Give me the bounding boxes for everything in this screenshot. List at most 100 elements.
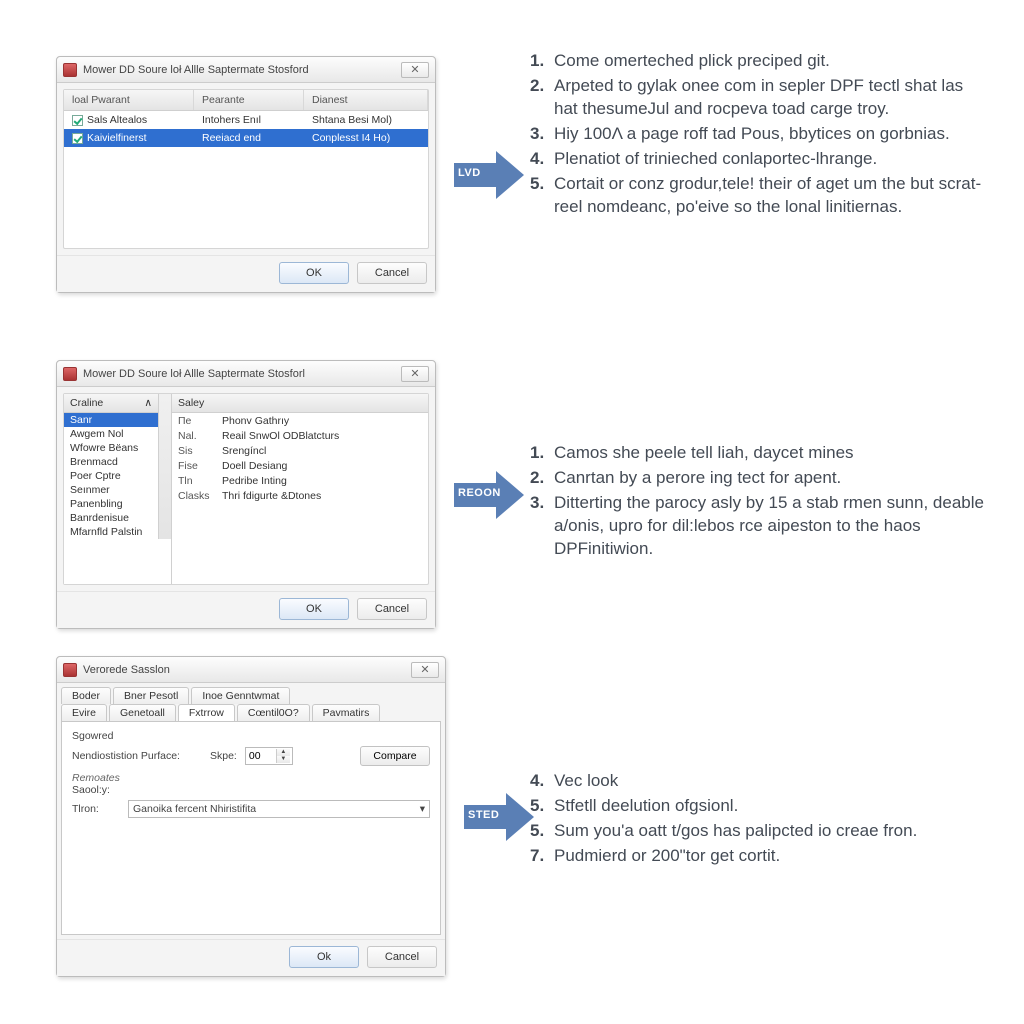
list-item[interactable]: Banrdenisue (64, 511, 158, 525)
detail-row[interactable]: SisSrengíncl (172, 443, 428, 458)
step-text: Stfetll deelution ofgsionl. (554, 795, 990, 818)
instruction-list-1: 1.Come omerteched plick preciped git. 2.… (530, 48, 990, 221)
tab[interactable]: Genetoall (109, 704, 176, 721)
dialog-footer: OK Cancel (57, 591, 435, 628)
group-label: Sgowred (72, 730, 430, 742)
list-item[interactable]: Brenmacd (64, 455, 158, 469)
checkbox-icon[interactable] (72, 133, 83, 144)
skip-input[interactable] (246, 750, 276, 762)
titlebar[interactable]: Mower DD Soure loł Allle Saptermate Stos… (57, 361, 435, 387)
step-text: Canrtan by a perore ing tect for apent. (554, 467, 990, 490)
compare-button[interactable]: Compare (360, 746, 430, 766)
step-number: 7. (530, 845, 554, 868)
close-icon[interactable]: ✕ (401, 62, 429, 78)
window-title: Verorede Sasslon (83, 664, 411, 676)
group-label: Remoates (72, 772, 430, 784)
list-item[interactable]: Seınmer (64, 483, 158, 497)
dialog-session: Verorede Sasslon ✕ Boder Bner Pesotl Ino… (56, 656, 446, 977)
table-row[interactable]: Sals Altealos Intohers Enıl Shtana Besi … (64, 111, 428, 129)
chevron-up-icon[interactable]: ▲ (277, 749, 290, 756)
tab-row-lower: Evire Genetoall Fxtrrow Cœntil0O? Pavmat… (57, 704, 445, 721)
app-icon (63, 63, 77, 77)
window-title: Mower DD Soure loł Allle Saptermate Stos… (83, 64, 401, 76)
list-item[interactable]: Awgem Nol (64, 427, 158, 441)
list-item[interactable]: Wfowre Bëans (64, 441, 158, 455)
dialog-footer: OK Cancel (57, 255, 435, 292)
tab-row-upper: Boder Bner Pesotl Inoe Genntwmat (57, 683, 445, 704)
step-number: 5. (530, 173, 554, 219)
tab-active[interactable]: Fxtrrow (178, 704, 235, 721)
cell: Intohers Enıl (194, 113, 304, 127)
list-item[interactable]: Mfarnfld Palstin (64, 525, 158, 539)
step-text: Cortait or conz grodur,tele! their of ag… (554, 173, 990, 219)
cell: Reeiacd end (194, 131, 304, 145)
tab[interactable]: Boder (61, 687, 111, 704)
cancel-button[interactable]: Cancel (367, 946, 437, 968)
grid-header: loal Pwarant Pearante Dianest (64, 90, 428, 111)
ok-button[interactable]: Ok (289, 946, 359, 968)
tab-page: Sgowred Nendiostistion Purface: Skpe: ▲▼… (61, 721, 441, 935)
step-number: 2. (530, 467, 554, 490)
close-icon[interactable]: ✕ (411, 662, 439, 678)
step-number: 4. (530, 148, 554, 171)
step-number: 5. (530, 795, 554, 818)
arrow-label: REOON (458, 487, 501, 499)
ok-button[interactable]: OK (279, 598, 349, 620)
step-text: Ditterting the parocy asly by 15 a stab … (554, 492, 990, 561)
tab[interactable]: Cœntil0O? (237, 704, 310, 721)
step-text: Come omerteched plick preciped git. (554, 50, 990, 73)
list-item[interactable]: Poer Cptre (64, 469, 158, 483)
detail-row[interactable]: Nal.Reail SnwOl ODBlatcturs (172, 428, 428, 443)
close-icon[interactable]: ✕ (401, 366, 429, 382)
field-sublabel: Skpe: (210, 750, 237, 762)
step-number: 2. (530, 75, 554, 121)
app-icon (63, 367, 77, 381)
titlebar[interactable]: Mower DD Soure loł Allle Saptermate Stos… (57, 57, 435, 83)
titlebar[interactable]: Verorede Sasslon ✕ (57, 657, 445, 683)
step-text: Sum you'a oatt t/gos has palipcted io cr… (554, 820, 990, 843)
tab[interactable]: Inoe Genntwmat (191, 687, 290, 704)
step-number: 3. (530, 492, 554, 561)
detail-row[interactable]: ПePhonv Gathrıy (172, 413, 428, 428)
detail-row[interactable]: ClasksThri fdigurte &Dtones (172, 488, 428, 503)
detail-header[interactable]: Saley (172, 394, 428, 413)
list-item-selected[interactable]: Sanr (64, 413, 158, 427)
detail-row[interactable]: TlnPedribe Inting (172, 473, 428, 488)
tab[interactable]: Evire (61, 704, 107, 721)
cancel-button[interactable]: Cancel (357, 262, 427, 284)
step-number: 3. (530, 123, 554, 146)
step-text: Pudmierd or 200"tor get cortit. (554, 845, 990, 868)
arrow-label: LVD (458, 167, 481, 179)
step-number: 5. (530, 820, 554, 843)
column-header[interactable]: Pearante (194, 90, 304, 110)
list-item[interactable]: Panenbling (64, 497, 158, 511)
step-text: Hiy 100Λ a page roff tad Pous, bbytices … (554, 123, 990, 146)
ok-button[interactable]: OK (279, 262, 349, 284)
chevron-down-icon[interactable]: ▼ (277, 756, 290, 763)
tlron-combobox[interactable]: Ganoika fercent Nhiristifita ▾ (128, 800, 430, 818)
group-label: Saool:y: (72, 784, 430, 796)
category-listbox[interactable]: Craline∧ Sanr Awgem Nol Wfowre Bëans Bre… (64, 394, 172, 584)
chevron-down-icon: ▾ (420, 803, 425, 815)
step-text: Plenatiot of trinieched conlaportec-lhra… (554, 148, 990, 171)
tab[interactable]: Pavmatirs (312, 704, 381, 721)
combo-value: Ganoika fercent Nhiristifita (133, 803, 256, 815)
step-number: 1. (530, 50, 554, 73)
tab[interactable]: Bner Pesotl (113, 687, 189, 704)
dialog-categories: Mower DD Soure loł Allle Saptermate Stos… (56, 360, 436, 629)
column-header[interactable]: loal Pwarant (64, 90, 194, 110)
list-header[interactable]: Craline (70, 397, 103, 409)
split-panel: Craline∧ Sanr Awgem Nol Wfowre Bëans Bre… (63, 393, 429, 585)
skip-stepper[interactable]: ▲▼ (245, 747, 293, 765)
window-title: Mower DD Soure loł Allle Saptermate Stos… (83, 368, 401, 380)
detail-row[interactable]: FiseDoell Desiang (172, 458, 428, 473)
field-label: Nendiostistion Purface: (72, 750, 202, 762)
table-row-selected[interactable]: Kaivielfinerst Reeiacd end Conplesst I4 … (64, 129, 428, 147)
scrollbar[interactable] (158, 394, 171, 539)
dialog-select-items: Mower DD Soure loł Allle Saptermate Stos… (56, 56, 436, 293)
cancel-button[interactable]: Cancel (357, 598, 427, 620)
column-header[interactable]: Dianest (304, 90, 428, 110)
step-number: 1. (530, 442, 554, 465)
step-number: 4. (530, 770, 554, 793)
checkbox-icon[interactable] (72, 115, 83, 126)
